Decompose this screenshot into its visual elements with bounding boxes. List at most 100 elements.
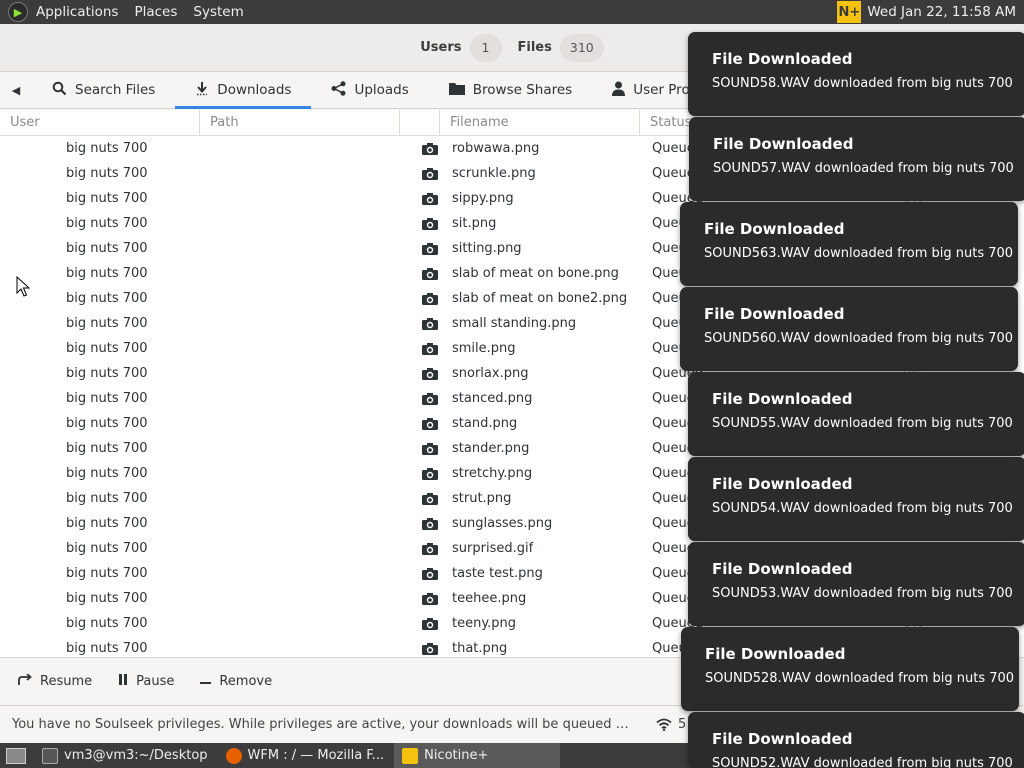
- row-filename: stanced.png: [452, 391, 533, 406]
- notification-popup[interactable]: File Downloaded SOUND54.WAV downloaded fr…: [688, 457, 1024, 541]
- row-filename: stander.png: [452, 441, 530, 456]
- row-filename: slab of meat on bone2.png: [452, 291, 628, 306]
- row-user: big nuts 700: [66, 266, 148, 281]
- notification-body: SOUND53.WAV downloaded from big nuts 700: [712, 586, 1013, 601]
- image-file-icon: [422, 567, 438, 580]
- notification-title: File Downloaded: [704, 305, 845, 323]
- row-filename: scrunkle.png: [452, 166, 536, 181]
- image-file-icon: [422, 392, 438, 405]
- image-file-icon: [422, 242, 438, 255]
- row-filename: teeny.png: [452, 616, 517, 631]
- row-user: big nuts 700: [66, 541, 148, 556]
- wifi-icon: [656, 718, 672, 731]
- notification-body: SOUND57.WAV downloaded from big nuts 700: [713, 161, 1014, 176]
- folder-icon: [448, 82, 465, 99]
- image-file-icon: [422, 492, 438, 505]
- row-user: big nuts 700: [66, 441, 148, 456]
- menu-applications[interactable]: Applications: [28, 0, 126, 24]
- files-label: Files: [517, 40, 552, 55]
- tab-uploads[interactable]: Uploads: [311, 72, 428, 108]
- row-filename: small standing.png: [452, 316, 577, 331]
- resume-button[interactable]: Resume: [8, 672, 102, 690]
- resume-icon: [18, 672, 32, 690]
- row-user: big nuts 700: [66, 491, 148, 506]
- notification-popup[interactable]: File Downloaded SOUND55.WAV downloaded fr…: [688, 372, 1024, 456]
- row-filename: sippy.png: [452, 191, 514, 206]
- row-user: big nuts 700: [66, 316, 148, 331]
- pause-button[interactable]: Pause: [108, 674, 184, 689]
- notification-title: File Downloaded: [712, 730, 853, 748]
- tab-browse-shares[interactable]: Browse Shares: [429, 72, 592, 108]
- column-header-icon: [400, 110, 440, 135]
- distro-logo-icon[interactable]: ▶: [8, 2, 28, 22]
- image-file-icon: [422, 217, 438, 230]
- image-file-icon: [422, 417, 438, 430]
- row-user: big nuts 700: [66, 566, 148, 581]
- taskbar-item-label: vm3@vm3:~/Desktop: [64, 748, 208, 763]
- tab-search-files[interactable]: Search Files: [32, 72, 175, 108]
- taskbar-item-nicotine[interactable]: Nicotine+: [394, 743, 561, 768]
- column-header-path[interactable]: Path: [200, 110, 400, 135]
- firefox-icon: [225, 747, 242, 764]
- users-counter[interactable]: Users 1: [420, 33, 502, 62]
- menu-places[interactable]: Places: [126, 0, 185, 24]
- notification-popup[interactable]: File Downloaded SOUND560.WAV downloaded f…: [680, 287, 1018, 371]
- remove-button[interactable]: Remove: [190, 674, 282, 689]
- files-counter[interactable]: Files 310: [517, 33, 604, 62]
- menu-system[interactable]: System: [185, 0, 251, 24]
- row-filename: strut.png: [452, 491, 512, 506]
- notification-title: File Downloaded: [704, 220, 845, 238]
- pause-icon: [118, 674, 128, 689]
- row-user: big nuts 700: [66, 291, 148, 306]
- image-file-icon: [422, 267, 438, 280]
- notification-popup[interactable]: File Downloaded SOUND57.WAV downloaded fr…: [689, 117, 1024, 201]
- notification-popup[interactable]: File Downloaded SOUND52.WAV downloaded fr…: [688, 712, 1024, 768]
- row-user: big nuts 700: [66, 466, 148, 481]
- row-filename: smile.png: [452, 341, 516, 356]
- image-file-icon: [422, 642, 438, 655]
- tab-label: Search Files: [75, 82, 156, 98]
- row-user: big nuts 700: [66, 616, 148, 631]
- notification-title: File Downloaded: [713, 135, 854, 153]
- row-user: big nuts 700: [66, 591, 148, 606]
- top-panel: ▶ Applications Places System N+ Wed Jan …: [0, 0, 1024, 24]
- tab-downloads[interactable]: Downloads: [175, 72, 312, 109]
- users-label: Users: [420, 40, 462, 55]
- image-file-icon: [422, 317, 438, 330]
- taskbar-item-firefox[interactable]: WFM : / — Mozilla F...: [218, 743, 393, 768]
- column-header-filename[interactable]: Filename: [440, 110, 640, 135]
- connection-count: 5: [678, 717, 687, 732]
- row-user: big nuts 700: [66, 141, 148, 156]
- notification-popup[interactable]: File Downloaded SOUND58.WAV downloaded fr…: [688, 32, 1024, 116]
- image-file-icon: [422, 542, 438, 555]
- notification-title: File Downloaded: [712, 560, 853, 578]
- tab-scroll-left-icon[interactable]: ◀: [0, 72, 32, 108]
- tab-label: Uploads: [354, 82, 409, 98]
- row-user: big nuts 700: [66, 216, 148, 231]
- notification-body: SOUND58.WAV downloaded from big nuts 700: [712, 76, 1013, 91]
- clock[interactable]: Wed Jan 22, 11:58 AM: [867, 4, 1024, 20]
- image-file-icon: [422, 367, 438, 380]
- pause-label: Pause: [136, 674, 175, 689]
- show-desktop-button[interactable]: [0, 743, 32, 768]
- row-user: big nuts 700: [66, 166, 148, 181]
- row-filename: teehee.png: [452, 591, 527, 606]
- image-file-icon: [422, 192, 438, 205]
- column-header-user[interactable]: User: [0, 110, 200, 135]
- remove-label: Remove: [219, 674, 273, 689]
- notification-popup[interactable]: File Downloaded SOUND563.WAV downloaded f…: [680, 202, 1018, 286]
- tab-label: Browse Shares: [472, 82, 573, 98]
- notification-popup[interactable]: File Downloaded SOUND53.WAV downloaded fr…: [688, 542, 1024, 626]
- notification-popup[interactable]: File Downloaded SOUND528.WAV downloaded f…: [681, 627, 1019, 711]
- taskbar-item-label: WFM : / — Mozilla F...: [247, 748, 385, 763]
- image-file-icon: [422, 292, 438, 305]
- taskbar-item-terminal[interactable]: vm3@vm3:~/Desktop: [34, 743, 216, 768]
- nicotine-tray-icon[interactable]: N+: [837, 1, 862, 23]
- remove-icon: [200, 674, 212, 689]
- users-count-badge: 1: [469, 33, 502, 62]
- row-filename: that.png: [452, 641, 508, 656]
- row-filename: slab of meat on bone.png: [452, 266, 619, 281]
- notification-body: SOUND560.WAV downloaded from big nuts 70…: [704, 331, 1014, 346]
- connection-status[interactable]: 5: [656, 717, 686, 732]
- notification-title: File Downloaded: [705, 645, 846, 663]
